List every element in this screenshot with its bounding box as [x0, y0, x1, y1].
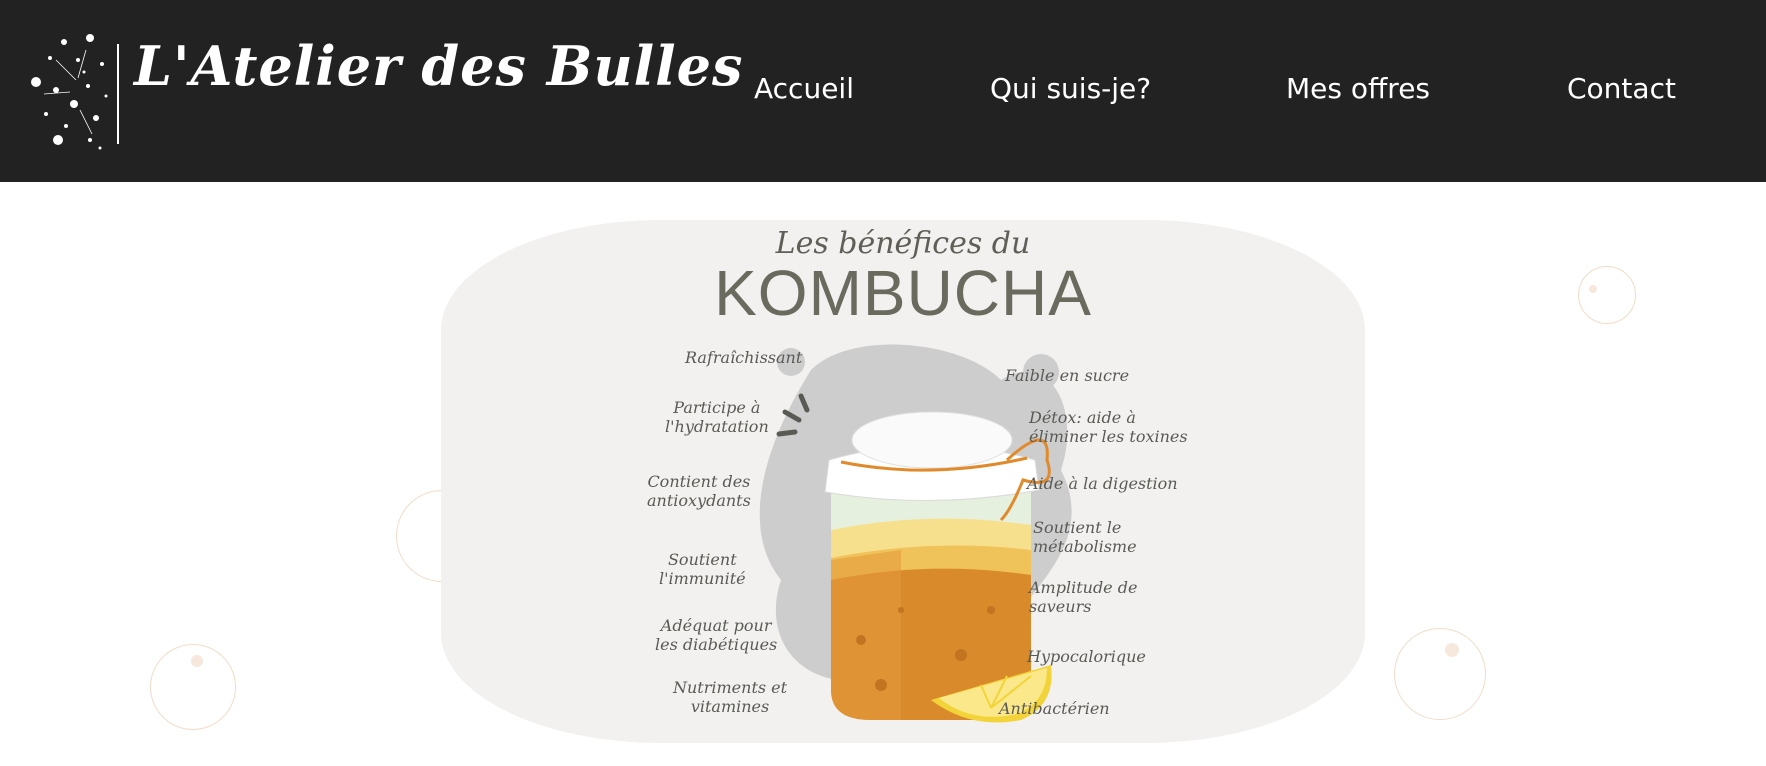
benefit-right-7: Antibactérien: [999, 699, 1110, 718]
benefit-left-4: Soutient l'immunité: [659, 550, 746, 588]
nav-accueil[interactable]: Accueil: [754, 72, 854, 105]
benefit-left-3: Contient des antioxydants: [647, 472, 751, 510]
benefit-left-5: Adéquat pour les diabétiques: [655, 616, 778, 654]
benefit-right-2: Détox: aide à éliminer les toxines: [1029, 408, 1188, 446]
main-nav: Accueil Qui suis-je? Mes offres Contact: [0, 72, 1766, 112]
kombucha-benefits-card: Les bénéfices du KOMBUCHA Rafraîchissant…: [441, 220, 1365, 743]
nav-contact[interactable]: Contact: [1567, 72, 1676, 105]
nav-mes-offres[interactable]: Mes offres: [1286, 72, 1430, 105]
decorative-bubble: [1394, 628, 1486, 720]
benefit-right-5: Amplitude de saveurs: [1029, 578, 1138, 616]
decorative-bubble: [150, 644, 236, 730]
decorative-bubble: [1578, 266, 1636, 324]
benefit-right-4: Soutient le métabolisme: [1033, 518, 1137, 556]
benefit-left-2: Participe à l'hydratation: [665, 398, 769, 436]
nav-qui-suis-je[interactable]: Qui suis-je?: [990, 72, 1151, 105]
benefit-left-1: Rafraîchissant: [685, 348, 803, 367]
benefit-right-6: Hypocalorique: [1027, 647, 1146, 666]
benefit-left-6: Nutriments et vitamines: [673, 678, 788, 716]
site-header: L'Atelier des Bulles Accueil Qui suis-je…: [0, 0, 1766, 182]
benefit-right-1: Faible en sucre: [1005, 366, 1130, 385]
benefit-right-3: Aide à la digestion: [1027, 474, 1178, 493]
